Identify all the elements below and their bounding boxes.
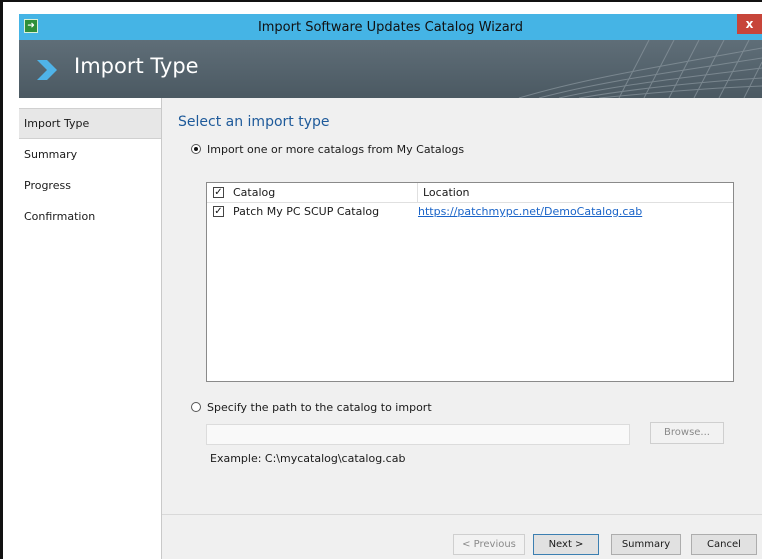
row-checkbox[interactable]: ✓ — [213, 206, 224, 217]
arrow-icon — [37, 60, 57, 80]
banner-wave-graphic — [518, 40, 762, 98]
previous-button[interactable]: < Previous — [453, 534, 525, 555]
radio-import-from-my-catalogs-label[interactable]: Import one or more catalogs from My Cata… — [207, 143, 464, 156]
radio-import-from-my-catalogs[interactable] — [191, 144, 201, 154]
header-banner: Import Type — [19, 40, 762, 98]
step-navigation: Import Type Summary Progress Confirmatio… — [19, 98, 162, 559]
radio-specify-path-label[interactable]: Specify the path to the catalog to impor… — [207, 401, 432, 414]
close-button[interactable]: x — [737, 14, 762, 34]
page-title: Import Type — [74, 54, 199, 78]
screen-border-left — [0, 0, 3, 559]
column-divider — [417, 183, 418, 202]
column-header-catalog[interactable]: Catalog — [233, 186, 275, 199]
next-button[interactable]: Next > — [533, 534, 599, 555]
cancel-button[interactable]: Cancel — [691, 534, 757, 555]
sidebar-item-summary[interactable]: Summary — [19, 139, 161, 170]
wizard-window: ➜ Import Software Updates Catalog Wizard… — [19, 14, 762, 559]
catalog-location-link[interactable]: https://patchmypc.net/DemoCatalog.cab — [418, 205, 642, 218]
catalog-list-header: ✓ Catalog Location — [207, 183, 733, 203]
select-all-checkbox[interactable]: ✓ — [213, 187, 224, 198]
sidebar-item-import-type[interactable]: Import Type — [19, 108, 161, 139]
wizard-footer: < Previous Next > Summary Cancel — [162, 514, 762, 559]
title-bar[interactable]: ➜ Import Software Updates Catalog Wizard… — [19, 14, 762, 40]
window-title: Import Software Updates Catalog Wizard — [257, 20, 524, 35]
summary-button[interactable]: Summary — [611, 534, 681, 555]
browse-button[interactable]: Browse... — [650, 422, 724, 444]
catalog-name: Patch My PC SCUP Catalog — [233, 205, 380, 218]
catalog-list[interactable]: ✓ Catalog Location ✓ Patch My PC SCUP Ca… — [206, 182, 734, 382]
section-heading: Select an import type — [178, 114, 330, 130]
path-example-text: Example: C:\mycatalog\catalog.cab — [210, 452, 406, 465]
sidebar-item-confirmation[interactable]: Confirmation — [19, 201, 161, 232]
column-header-location[interactable]: Location — [423, 186, 470, 199]
main-content: Select an import type Import one or more… — [162, 98, 762, 514]
sidebar-item-progress[interactable]: Progress — [19, 170, 161, 201]
screen-border-top — [0, 0, 762, 2]
table-row[interactable]: ✓ Patch My PC SCUP Catalog https://patch… — [207, 203, 733, 220]
radio-specify-path[interactable] — [191, 402, 201, 412]
catalog-path-input[interactable] — [206, 424, 630, 445]
